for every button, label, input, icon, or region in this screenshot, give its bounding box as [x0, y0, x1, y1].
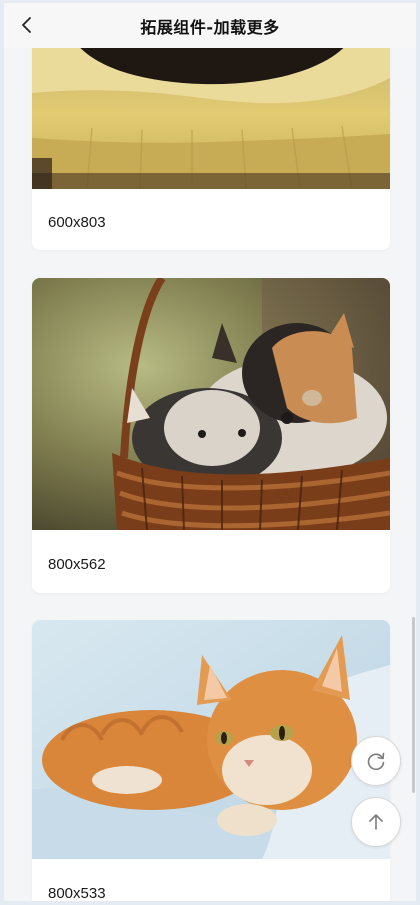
- arrow-up-icon: [369, 814, 383, 830]
- cat-in-yellow-bed-image: [32, 48, 390, 189]
- card-caption: 600x803: [48, 214, 106, 231]
- image-list[interactable]: 600x803 800x562 800x533: [4, 48, 416, 902]
- image-card[interactable]: 600x803: [32, 48, 390, 250]
- app-frame: 拓展组件-加载更多 600x803 800x562 800x533: [0, 0, 420, 905]
- back-to-top-button[interactable]: [351, 797, 401, 847]
- refresh-button[interactable]: [351, 736, 401, 786]
- image-card[interactable]: 800x533: [32, 620, 390, 902]
- refresh-icon: [367, 752, 385, 771]
- scrollbar[interactable]: [412, 617, 415, 793]
- navigation-bar: 拓展组件-加载更多: [4, 3, 416, 48]
- kittens-in-basket-image: [32, 278, 390, 530]
- card-caption: 800x562: [48, 556, 106, 573]
- orange-cat-on-blanket-image: [32, 620, 390, 859]
- chevron-left-icon[interactable]: [18, 16, 36, 34]
- card-caption: 800x533: [48, 885, 106, 902]
- page-title: 拓展组件-加载更多: [140, 17, 280, 37]
- image-card[interactable]: 800x562: [32, 278, 390, 593]
